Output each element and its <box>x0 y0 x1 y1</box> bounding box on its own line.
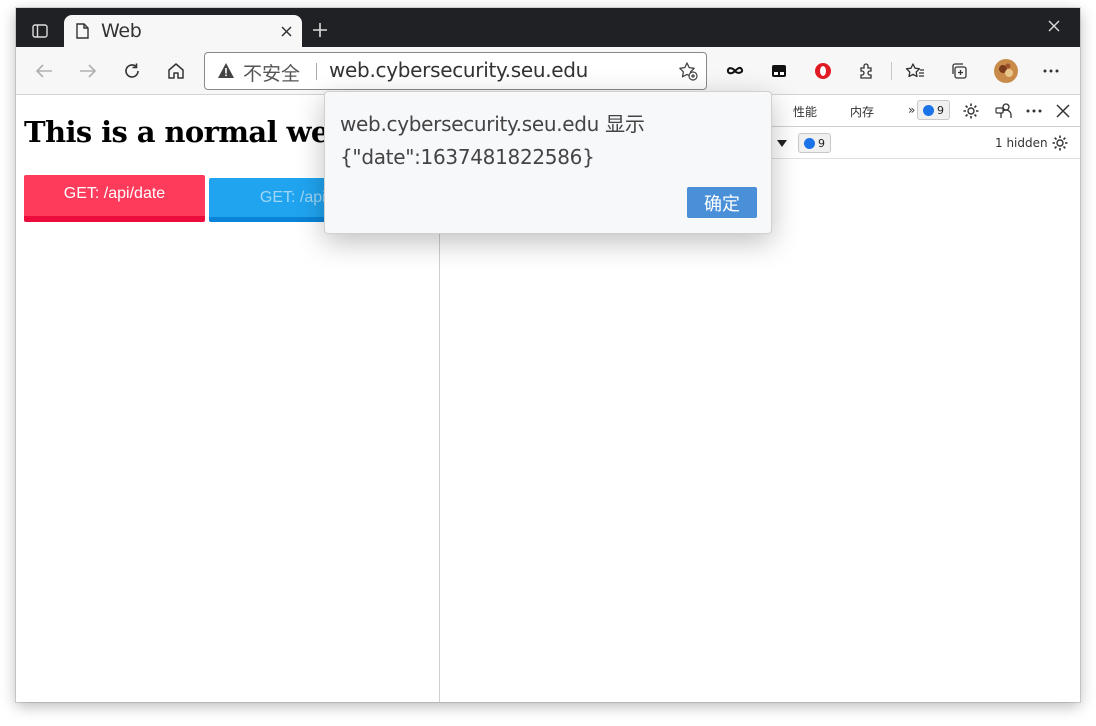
address-separator <box>316 63 317 80</box>
add-favorite-icon[interactable] <box>678 61 698 81</box>
window-close-icon[interactable] <box>1046 18 1062 34</box>
address-bar[interactable]: 不安全 web.cybersecurity.seu.edu <box>204 52 707 90</box>
dialog-title: web.cybersecurity.seu.edu 显示 <box>340 112 645 136</box>
profile-avatar[interactable] <box>993 58 1019 84</box>
ok-button[interactable]: 确定 <box>687 187 757 218</box>
opera-extension-icon[interactable] <box>811 59 835 83</box>
document-icon <box>76 23 90 39</box>
tab-extension-icon[interactable] <box>767 59 791 83</box>
url-text[interactable]: web.cybersecurity.seu.edu <box>329 58 588 82</box>
message-icon <box>804 137 815 149</box>
issues-badge[interactable]: 9 <box>917 100 950 120</box>
tab-title: Web <box>101 20 142 42</box>
refresh-icon[interactable] <box>120 59 144 83</box>
tab-strip: Web <box>16 8 1080 47</box>
forward-icon[interactable] <box>76 59 100 83</box>
home-icon[interactable] <box>164 59 188 83</box>
tab-memory[interactable]: 内存 <box>850 103 874 120</box>
more-icon[interactable] <box>1039 59 1063 83</box>
console-settings-icon[interactable] <box>1051 134 1069 152</box>
back-icon[interactable] <box>32 59 56 83</box>
feedback-icon[interactable] <box>995 102 1013 120</box>
get-date-button[interactable]: GET: /api/date <box>24 175 205 222</box>
issues-count: 9 <box>937 103 944 117</box>
close-tab-icon[interactable] <box>278 23 294 39</box>
devtools-more-icon[interactable] <box>1025 102 1043 120</box>
settings-icon[interactable] <box>962 102 980 120</box>
alert-dialog: web.cybersecurity.seu.edu 显示 {"date":163… <box>324 91 772 234</box>
close-devtools-icon[interactable] <box>1054 102 1072 120</box>
browser-tab[interactable]: Web <box>64 15 302 47</box>
tab-actions-icon[interactable] <box>26 19 54 43</box>
chevron-down-icon[interactable] <box>777 140 787 147</box>
toolbar: 不安全 web.cybersecurity.seu.edu <box>16 47 1080 95</box>
console-messages-badge[interactable]: 9 <box>798 133 831 153</box>
message-icon <box>923 104 934 116</box>
collections-icon[interactable] <box>947 59 971 83</box>
console-count: 9 <box>818 136 825 150</box>
more-tabs-icon[interactable]: » <box>908 103 915 117</box>
tab-performance[interactable]: 性能 <box>793 103 817 120</box>
page-heading: This is a normal web, <box>24 115 359 149</box>
extensions-icon[interactable] <box>855 59 879 83</box>
favorites-icon[interactable] <box>903 59 927 83</box>
warning-icon[interactable] <box>217 62 235 80</box>
new-tab-icon[interactable] <box>310 20 330 40</box>
toolbar-separator <box>891 62 892 80</box>
hidden-count: 1 hidden <box>995 136 1048 150</box>
security-label[interactable]: 不安全 <box>243 59 300 86</box>
infinity-extension-icon[interactable] <box>723 59 747 83</box>
dialog-message: {"date":1637481822586} <box>340 145 595 169</box>
